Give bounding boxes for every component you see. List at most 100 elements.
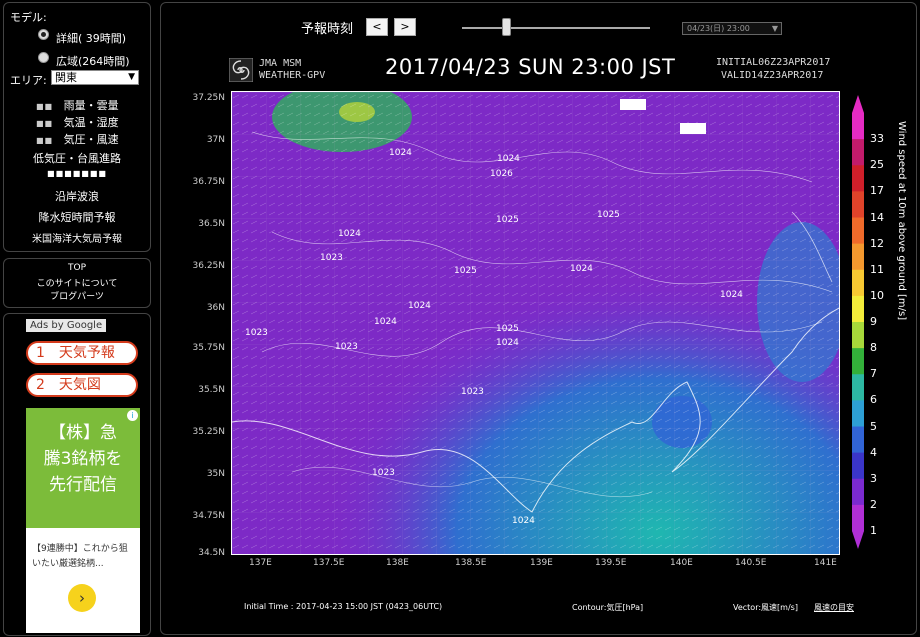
time-select[interactable]: 04/23(日) 23:00 ▼ [682,22,782,35]
model-panel: モデル: 詳細( 39時間) 広域(264時間) エリア: 関東 ▼ ■■ 雨量… [3,2,151,252]
time-select-value: 04/23(日) 23:00 [687,24,750,33]
ads-panel: Ads by Google 1 天気予報 2 天気図 【株】急 騰3銘柄を 先行… [3,313,151,636]
menu-marker: ■■ [36,136,54,145]
pressure-label: 1024 [512,516,535,526]
colorbar-tick: 10 [870,288,884,302]
area-label: エリア: [10,74,47,87]
jma-label: JMA MSM WEATHER-GPV [259,58,325,82]
chevron-right-icon[interactable]: › [68,584,96,612]
ads-by-google[interactable]: Ads by Google [26,319,107,332]
colorbar-title: Wind speed at 10m above ground [m/s] [896,121,907,321]
lat-tick: 35.5N [198,385,225,395]
colorbar-tick: 6 [870,393,877,407]
menu-dots: ■■■■■■■ [47,169,107,178]
info-icon[interactable]: i [127,410,138,421]
ad-banner-line: 【株】急 [49,423,117,443]
colorbar-tick: 25 [870,158,884,172]
map-image [232,92,839,554]
menu-rain-cloud[interactable]: ■■ 雨量・雲量 [36,97,119,113]
lat-tick: 37.25N [192,93,226,103]
map-title: 2017/04/23 SUN 23:00 JST [385,55,676,79]
colorbar-swatch [852,269,864,297]
colorbar-tick: 14 [870,210,884,224]
lat-tick: 35.75N [192,343,226,353]
lat-tick: 36.5N [198,219,225,229]
pressure-label: 1023 [320,253,343,263]
about-link[interactable]: このサイトについて [4,276,150,289]
colorbar-tick: 1 [870,524,877,537]
colorbar-swatch [852,322,864,349]
pressure-label: 1024 [496,338,519,348]
chevron-down-icon: ▼ [128,72,135,82]
colorbar-swatch [852,217,864,245]
lat-tick: 36N [206,303,225,313]
menu-label: 気温・湿度 [63,116,119,129]
forecast-time-label: 予報時刻 [301,22,354,37]
colorbar-swatch [852,348,864,375]
wind-pressure-map[interactable]: 1025 1025 1024 1024 1026 1025 1023 1024 … [231,91,840,555]
colorbar-tick: 3 [870,471,877,485]
wind-guide-link[interactable]: 風速の目安 [814,602,854,613]
colorbar-swatch [852,243,864,271]
menu-pressure-wind[interactable]: ■■ 気圧・風速 [36,131,119,147]
ad-banner[interactable]: 【株】急 騰3銘柄を 先行配信 i 【9連勝中】これから狙いたい厳選銘柄... … [26,408,140,633]
menu-precip-short[interactable]: 降水短時間予報 [4,209,150,225]
ad-banner-line: 先行配信 [49,475,117,495]
vector-label: Vector:風速[m/s] [733,603,798,612]
colorbar [852,95,864,549]
pressure-label: 1024 [720,290,743,300]
site-panel: TOP このサイトについて ブログパーツ [3,258,151,308]
lon-tick: 137E [249,558,272,568]
ad-sub-text: 【9連勝中】これから狙いたい厳選銘柄... [32,544,128,569]
menu-marker: ■■ [36,119,54,128]
menu-us-navy[interactable]: 米国海洋大気局予報 [4,230,150,245]
pressure-label: 1023 [335,342,358,352]
menu-typhoon[interactable]: 低気圧・台風進路 [4,150,150,166]
pressure-label: 1025 [622,99,645,109]
prev-button[interactable]: < [366,18,388,36]
jma-line2: WEATHER-GPV [259,70,326,81]
lon-tick: 141E [814,558,837,568]
lon-tick: 139E [530,558,553,568]
radio-wide[interactable] [38,52,49,63]
menu-label: 雨量・雲量 [63,99,119,112]
next-button[interactable]: > [394,18,416,36]
lon-tick: 138.5E [455,558,487,568]
time-slider-handle[interactable] [501,18,511,36]
radio-detail[interactable] [38,29,49,40]
option-wide-label: 広域(264時間) [56,55,130,68]
lat-tick: 35.25N [192,427,226,437]
pressure-label: 1025 [597,210,620,220]
menu-coastal-waves[interactable]: 沿岸波浪 [4,188,150,204]
colorbar-tick: 2 [870,497,877,511]
colorbar-swatch [852,478,864,506]
valid-time: VALID14Z23APR2017 [721,70,824,81]
ad-link-weather-map[interactable]: 2 天気図 [26,373,138,397]
colorbar-bottom-arrow [852,531,864,549]
colorbar-swatch [852,191,864,218]
pressure-label: 1025 [496,215,519,225]
pressure-label: 1024 [570,264,593,274]
chevron-down-icon: ▼ [771,24,778,33]
colorbar-swatch [852,504,864,532]
lat-tick: 37N [206,135,225,145]
pressure-label: 1024 [408,301,431,311]
jma-line1: JMA MSM [259,58,302,69]
pressure-label: 1025 [496,324,519,334]
wind-guide-link-text[interactable]: 風速の目安 [814,603,854,612]
blogparts-link[interactable]: ブログパーツ [4,289,150,302]
colorbar-tick: 12 [870,236,884,250]
colorbar-swatch [852,426,864,454]
ad-link-weather[interactable]: 1 天気予報 [26,341,138,365]
initial-time-footer: Initial Time : 2017-04-23 15:00 JST (042… [244,602,443,611]
colorbar-swatch [852,452,864,480]
colorbar-tick: 8 [870,341,877,355]
lon-tick: 138E [386,558,409,568]
top-link[interactable]: TOP [4,263,150,273]
area-select[interactable]: 関東 ▼ [51,70,139,85]
lat-tick: 34.5N [198,548,225,558]
lon-tick: 140.5E [735,558,767,568]
lat-tick: 36.75N [192,177,226,187]
menu-temp-humidity[interactable]: ■■ 気温・湿度 [36,114,119,130]
time-slider-track[interactable] [462,27,650,29]
